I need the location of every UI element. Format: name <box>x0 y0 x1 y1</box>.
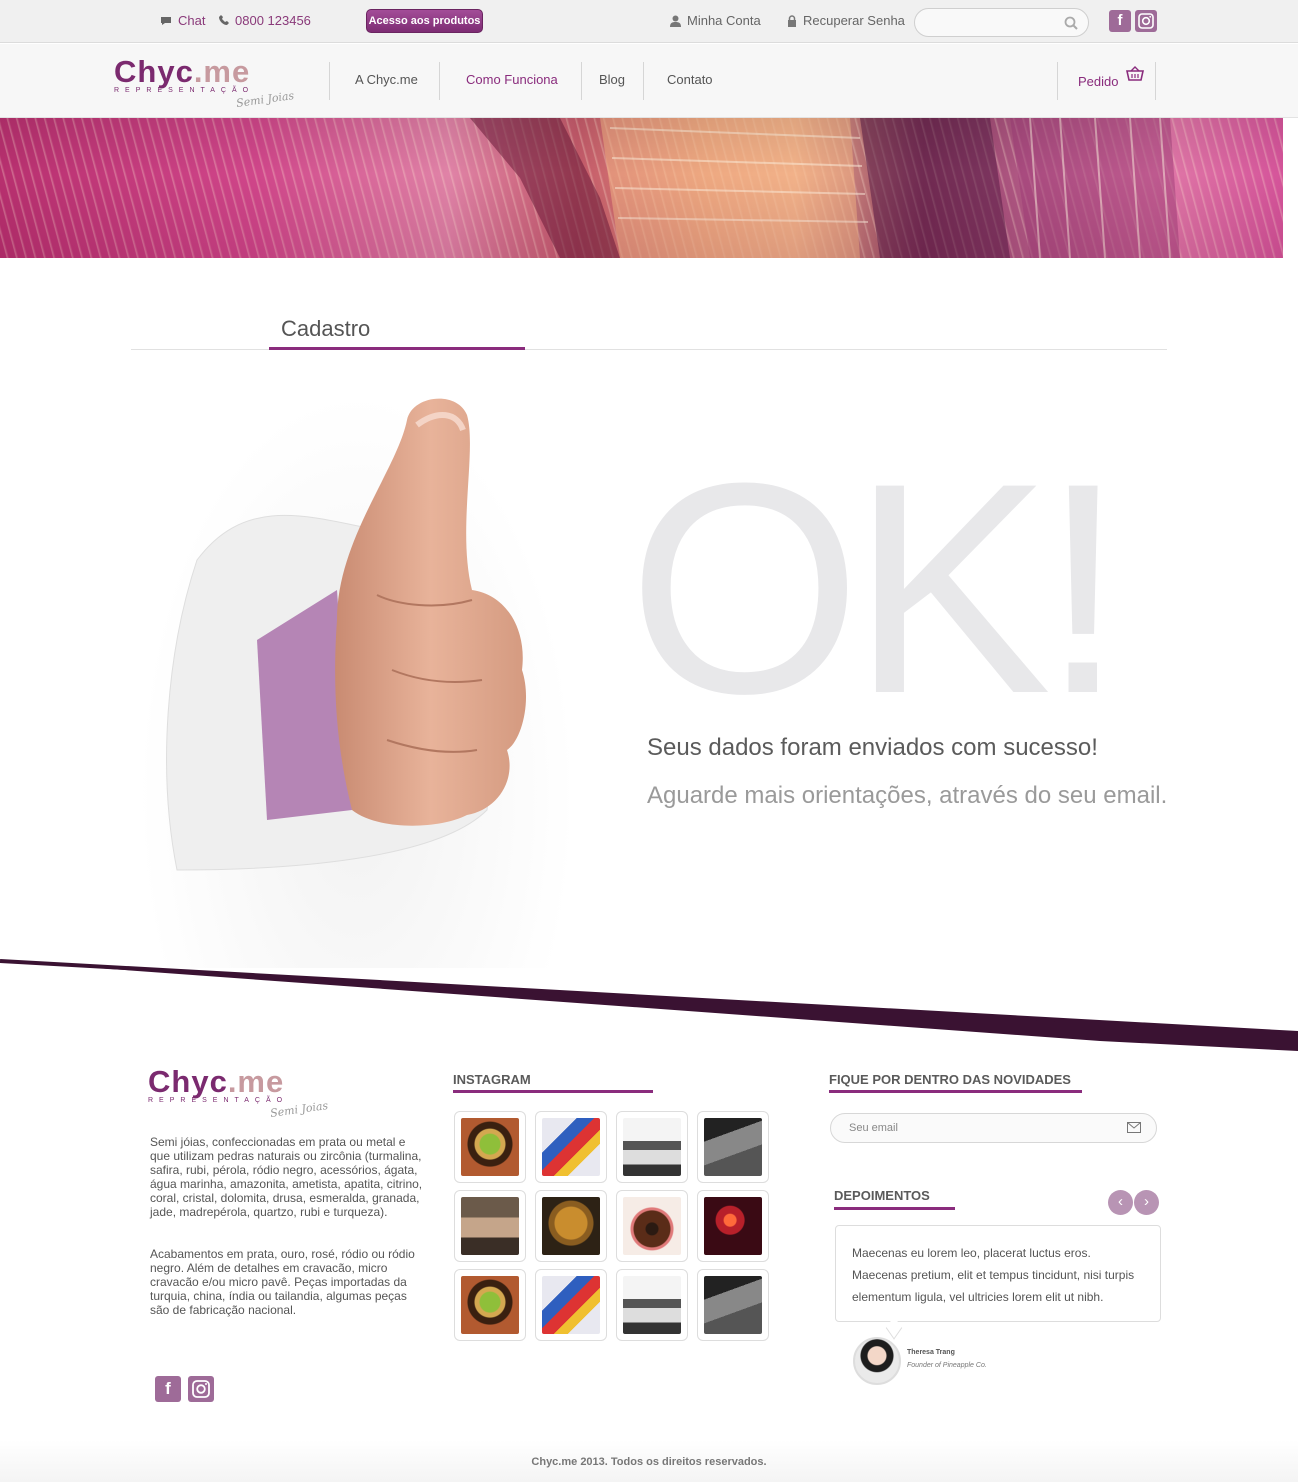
logo-main-text: Chyc <box>114 54 194 89</box>
chat-link[interactable]: Chat <box>160 13 205 28</box>
instagram-section-title: INSTAGRAM <box>453 1072 531 1087</box>
access-products-button[interactable]: Acesso aos produtos <box>366 9 483 33</box>
recover-password-link[interactable]: Recuperar Senha <box>787 13 905 28</box>
banner-shade <box>0 118 1283 258</box>
about-paragraph-2: Acabamentos em prata, ouro, rosé, ródio … <box>150 1247 415 1317</box>
instagram-thumbnail[interactable] <box>535 1269 607 1341</box>
newsletter-email-input[interactable] <box>849 1122 1099 1134</box>
instagram-photo-room-gray <box>704 1118 762 1176</box>
top-bar: Chat 0800 123456 Acesso aos produtos Min… <box>0 0 1298 43</box>
my-account-link[interactable]: Minha Conta <box>670 13 761 28</box>
thumbs-up-image <box>137 390 577 968</box>
recover-password-label: Recuperar Senha <box>803 13 905 28</box>
chat-bubble-icon <box>161 16 171 25</box>
diagonal-divider <box>0 959 1298 1051</box>
envelope-icon[interactable] <box>1127 1122 1141 1133</box>
phone-label: 0800 123456 <box>235 13 311 28</box>
newsletter-field[interactable] <box>830 1113 1157 1143</box>
jewelry-banner-image <box>0 118 1283 258</box>
instagram-thumbnail[interactable] <box>454 1190 526 1262</box>
ok-text: OK! <box>628 420 1125 756</box>
brand-logo[interactable]: Chyc.me REPRESENTAÇÃO Semi Joias <box>114 56 299 110</box>
instagram-photo-toys <box>542 1118 600 1176</box>
instagram-thumbnail[interactable] <box>616 1111 688 1183</box>
main-nav: Chyc.me REPRESENTAÇÃO Semi Joias A Chyc.… <box>0 44 1298 118</box>
user-icon <box>670 15 681 27</box>
instagram-thumbnail[interactable] <box>535 1111 607 1183</box>
copyright-text: Chyc.me 2013. Todos os direitos reservad… <box>531 1456 767 1468</box>
instagram-photo-interior <box>461 1197 519 1255</box>
instagram-thumbnail[interactable] <box>697 1111 769 1183</box>
instructions-message: Aguarde mais orientações, através do seu… <box>647 782 1168 809</box>
testimonial-author-name: Theresa Trang <box>907 1349 955 1356</box>
nav-divider <box>581 62 582 100</box>
instagram-photo-teddy-bear <box>542 1197 600 1255</box>
footer-logo-main-text: Chyc <box>148 1064 228 1099</box>
nav-divider <box>1155 62 1156 100</box>
instagram-photo-toys <box>542 1276 600 1334</box>
testimonial-box: Maecenas eu lorem leo, placerat luctus e… <box>835 1225 1161 1322</box>
footer-logo-dot-text: .me <box>227 1064 285 1099</box>
nav-divider <box>329 62 330 100</box>
instagram-thumbnail[interactable] <box>454 1269 526 1341</box>
search-input[interactable] <box>927 15 1062 29</box>
avatar <box>853 1337 901 1385</box>
success-message: Seus dados foram enviados com sucesso! <box>647 734 1098 761</box>
logo-dot-text: .me <box>193 54 251 89</box>
about-paragraph-1: Semi jóias, confeccionadas em prata ou m… <box>150 1135 423 1219</box>
footer-logo[interactable]: Chyc.me REPRESENTAÇÃO Semi Joias <box>148 1066 333 1120</box>
instagram-thumbnail[interactable] <box>616 1269 688 1341</box>
instagram-thumbnail[interactable] <box>697 1190 769 1262</box>
instagram-thumbnail[interactable] <box>454 1111 526 1183</box>
title-accent-bar <box>269 347 525 350</box>
chat-label: Chat <box>178 13 206 28</box>
instagram-photo-room-bw <box>623 1118 681 1176</box>
nav-item-blog[interactable]: Blog <box>599 72 625 87</box>
facebook-icon[interactable]: f <box>1109 10 1131 32</box>
instagram-photo-kiwi <box>461 1118 519 1176</box>
testimonial-text: Maecenas eu lorem leo, placerat luctus e… <box>852 1246 1135 1304</box>
page-title: Cadastro <box>281 316 371 341</box>
phone-icon <box>219 15 229 25</box>
newsletter-title-underline <box>829 1090 1082 1093</box>
instagram-photo-kiwi <box>461 1276 519 1334</box>
instagram-photo-room-bw <box>623 1276 681 1334</box>
instagram-photo-candle <box>704 1197 762 1255</box>
nav-divider <box>1057 62 1058 100</box>
instagram-thumbnail[interactable] <box>535 1190 607 1262</box>
testimonial-next-button[interactable]: › <box>1134 1190 1159 1215</box>
nav-item-contact[interactable]: Contato <box>667 72 713 87</box>
instagram-title-underline <box>453 1090 653 1093</box>
nav-item-order[interactable]: Pedido <box>1078 74 1118 89</box>
footer-facebook-icon[interactable]: f <box>155 1376 181 1402</box>
footer-instagram-icon[interactable] <box>188 1376 214 1402</box>
thumbs-up-illustration <box>166 398 527 871</box>
nav-divider <box>643 62 644 100</box>
phone-number: 0800 123456 <box>219 13 311 28</box>
search-icon[interactable] <box>1064 16 1078 30</box>
lock-icon <box>788 14 796 27</box>
instagram-thumbnail[interactable] <box>616 1190 688 1262</box>
search-box[interactable] <box>914 8 1089 37</box>
basket-icon[interactable] <box>1126 66 1144 82</box>
testimonial-author-role: Founder of Pineapple Co. <box>907 1362 987 1369</box>
instagram-photo-donut <box>623 1197 681 1255</box>
testimonials-section-title: DEPOIMENTOS <box>834 1188 930 1203</box>
instagram-photo-room-gray <box>704 1276 762 1334</box>
testimonial-prev-button[interactable]: ‹ <box>1108 1190 1133 1215</box>
instagram-icon[interactable] <box>1135 10 1157 32</box>
nav-divider <box>439 62 440 100</box>
nav-item-how-it-works[interactable]: Como Funciona <box>466 72 558 87</box>
instagram-thumbnail[interactable] <box>697 1269 769 1341</box>
my-account-label: Minha Conta <box>687 13 761 28</box>
testimonials-title-underline <box>834 1207 955 1210</box>
nav-item-about[interactable]: A Chyc.me <box>355 72 418 87</box>
newsletter-section-title: FIQUE POR DENTRO DAS NOVIDADES <box>829 1072 1071 1087</box>
